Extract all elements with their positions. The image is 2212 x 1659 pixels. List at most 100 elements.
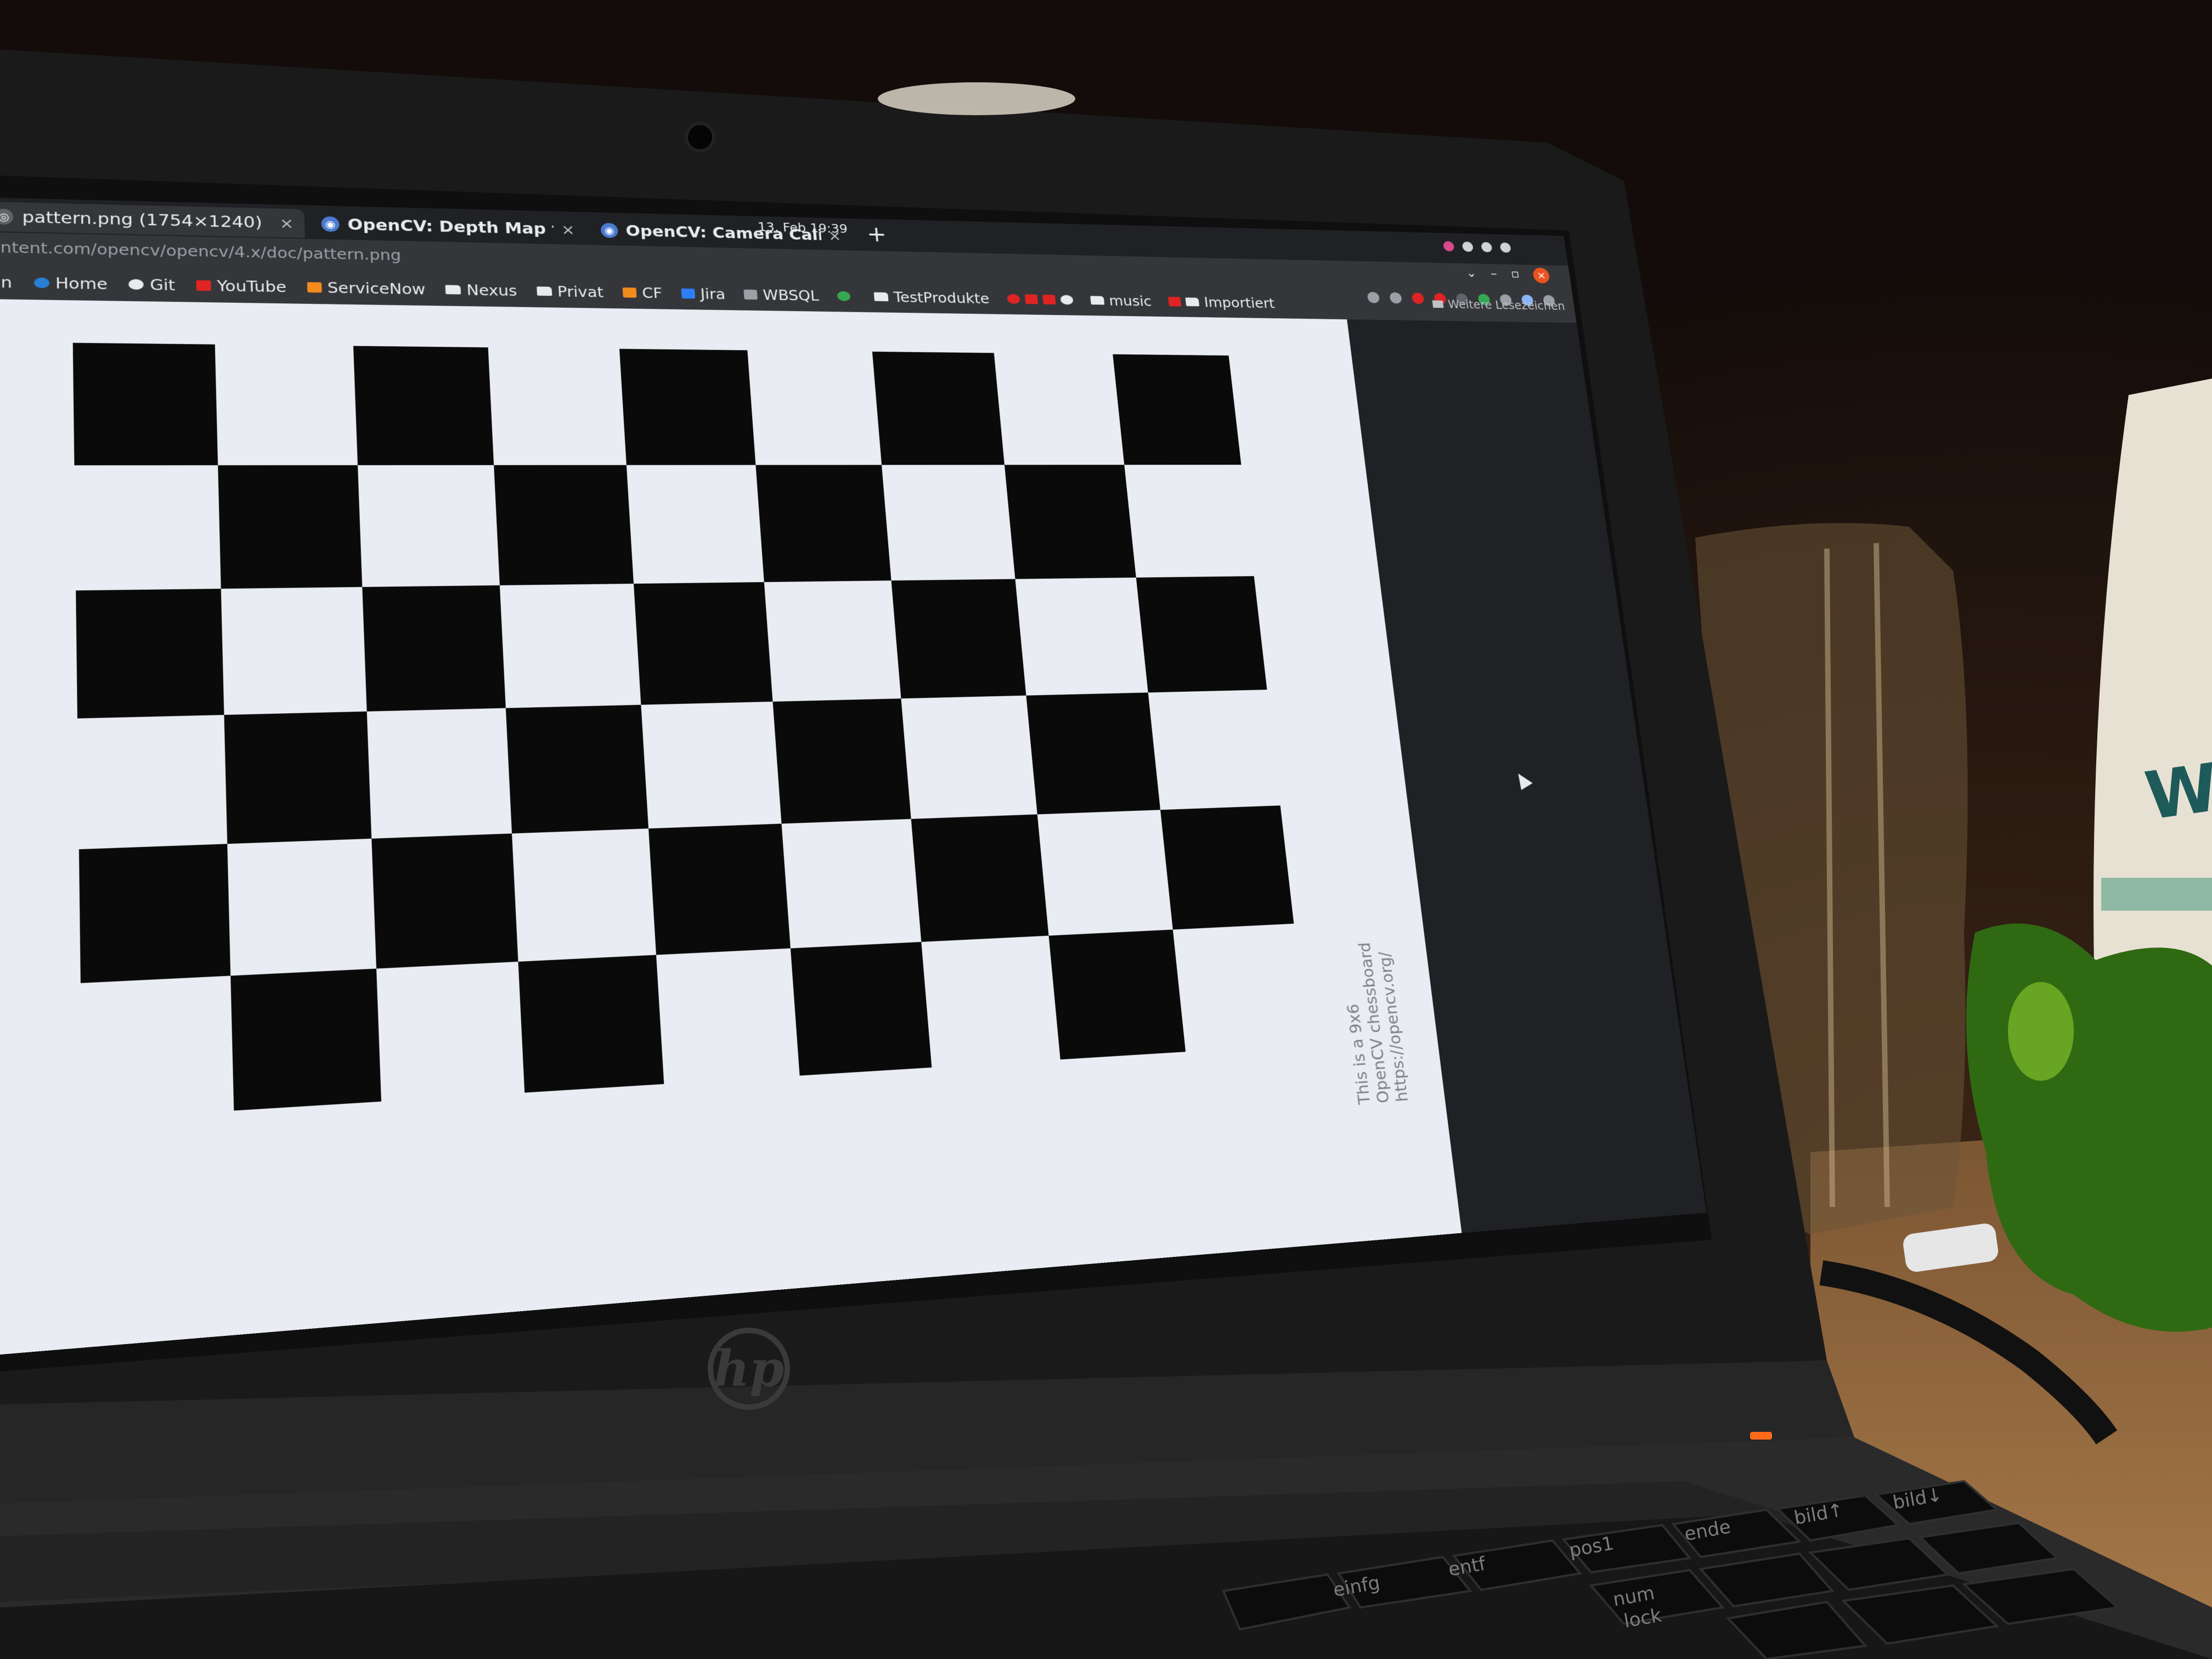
bookmark-label: Jira [699, 285, 726, 303]
bookmark-label: YouTube [217, 277, 287, 296]
more-bookmarks[interactable]: Weitere Lesezeichen [1432, 297, 1566, 313]
home-app-icon [33, 277, 49, 289]
folder-icon [1185, 297, 1200, 307]
chevron-down-icon[interactable]: ⌄ [1465, 266, 1478, 282]
tab-depth-map[interactable]: ◉ OpenCV: Depth Map from × [310, 210, 586, 244]
opencv-icon: ◉ [600, 223, 619, 238]
bookmark-home[interactable]: Home [33, 274, 108, 292]
bookmark-label: music [1108, 292, 1153, 309]
folder-icon [1432, 300, 1444, 308]
chessboard-square [634, 582, 773, 705]
bookmark-icons-group[interactable] [1006, 294, 1074, 305]
tab-title: OpenCV: Depth Map from [347, 216, 554, 238]
bookmark-nexus[interactable]: Nexus [445, 281, 517, 299]
chessboard-square [362, 585, 506, 712]
tab-pattern-png[interactable]: ◎ pattern.png (1754×1240) × [0, 201, 306, 238]
warning-icon [307, 282, 322, 293]
chessboard-square [1004, 465, 1136, 579]
close-icon[interactable]: × [279, 215, 294, 232]
chessboard-square [518, 955, 664, 1093]
hp-logo: hp [708, 1328, 790, 1410]
bookmark-music[interactable]: music [1090, 292, 1152, 309]
globe-icon [128, 279, 144, 290]
close-window-button[interactable]: × [1532, 267, 1551, 284]
pattern-image: This is a 9x6 OpenCV chessboard https://… [0, 299, 1462, 1355]
bookmark-label: Importiert [1203, 294, 1276, 311]
db-icon [743, 289, 758, 300]
bookmark-label: nn [0, 273, 13, 291]
globe-icon: ◎ [0, 208, 14, 225]
bookmark-label: Privat [557, 283, 604, 301]
bookmark-youtube[interactable]: YouTube [196, 277, 287, 296]
chessboard-square [494, 465, 634, 585]
key[interactable] [1699, 1552, 1835, 1608]
bookmark-servicenow[interactable]: ServiceNow [307, 279, 426, 298]
key[interactable] [1808, 1537, 1950, 1592]
url-text[interactable]: ontent.com/opencv/opencv/4.x/doc/pattern… [0, 239, 402, 264]
bookmark-pinwheel[interactable] [837, 291, 856, 301]
chessboard-square [1026, 692, 1161, 815]
globe-icon [1060, 295, 1074, 305]
chessboard-square [230, 968, 382, 1111]
chessboard-square [755, 465, 891, 583]
volume-icon[interactable] [1481, 242, 1493, 252]
warning-icon [622, 287, 637, 298]
bookmark-git[interactable]: Git [128, 275, 175, 294]
mouse-cursor [1512, 770, 1533, 791]
chessboard-square [648, 823, 791, 955]
laptop-screen: ◎ pattern.png (1754×1240) × ◉ OpenCV: De… [0, 198, 1707, 1355]
battery-icon[interactable] [1499, 242, 1511, 253]
red-app-icon [1024, 294, 1038, 304]
bookmark-importiert[interactable]: Importiert [1168, 294, 1276, 311]
bookmark-privat[interactable]: Privat [536, 283, 604, 301]
share-icon[interactable] [1367, 291, 1380, 303]
chessboard-square [1048, 929, 1186, 1060]
chessboard-square [872, 351, 1005, 465]
chessboard-square [353, 346, 494, 465]
close-icon[interactable]: × [561, 221, 575, 238]
bookmark-label: Git [149, 276, 176, 294]
chessboard-square [371, 833, 518, 969]
star-icon[interactable] [1389, 292, 1403, 304]
pinwheel-icon [837, 291, 851, 301]
chessboard-square [72, 342, 218, 466]
chessboard-square [772, 698, 911, 824]
key[interactable] [1725, 1600, 1867, 1659]
network-icon[interactable] [1462, 241, 1474, 252]
chessboard-square [1136, 576, 1267, 693]
bookmark-testprodukte[interactable]: TestProdukte [873, 289, 990, 307]
bookmark-label: Home [55, 274, 108, 293]
jira-icon [681, 288, 695, 299]
color-picker-icon[interactable] [1442, 241, 1455, 252]
shield-icon[interactable] [1411, 292, 1425, 304]
bookmark-label: WBSQL [762, 286, 820, 304]
red-app-icon [1168, 296, 1182, 307]
folder-icon [873, 292, 889, 302]
opencv-icon: ◉ [321, 216, 340, 232]
new-tab-button[interactable]: + [866, 222, 888, 247]
bookmark-wbsql[interactable]: WBSQL [743, 286, 820, 304]
chessboard-square [619, 348, 756, 465]
bookmark-jira[interactable]: Jira [681, 285, 726, 302]
chessboard-square [505, 704, 649, 834]
chessboard-square [1113, 354, 1242, 465]
folder-icon [445, 285, 461, 295]
key[interactable] [1222, 1573, 1352, 1631]
bookmark-cutoff[interactable]: nn [0, 273, 12, 291]
system-tray [1442, 241, 1511, 253]
minimize-icon[interactable]: – [1489, 267, 1498, 282]
photo-scene: pos1 ende bild↑ bild↓ entf einfg num loc… [0, 0, 2212, 1659]
red-app-icon [1006, 294, 1020, 304]
bookmark-cf[interactable]: CF [622, 284, 663, 301]
key[interactable] [1917, 1521, 2060, 1575]
image-viewer: This is a 9x6 OpenCV chessboard https://… [0, 297, 1707, 1355]
pattern-caption: This is a 9x6 OpenCV chessboard https://… [1333, 911, 1413, 1105]
chessboard-square [911, 814, 1049, 942]
folder-icon [1090, 296, 1104, 305]
chessboard-square [891, 579, 1026, 699]
chessboard-square [218, 465, 363, 589]
chessboard-square [1160, 805, 1294, 930]
more-bookmarks-label: Weitere Lesezeichen [1447, 297, 1566, 313]
maximize-icon[interactable]: ▫ [1510, 267, 1520, 283]
window-controls: ⌄ – ▫ × [1465, 266, 1551, 284]
